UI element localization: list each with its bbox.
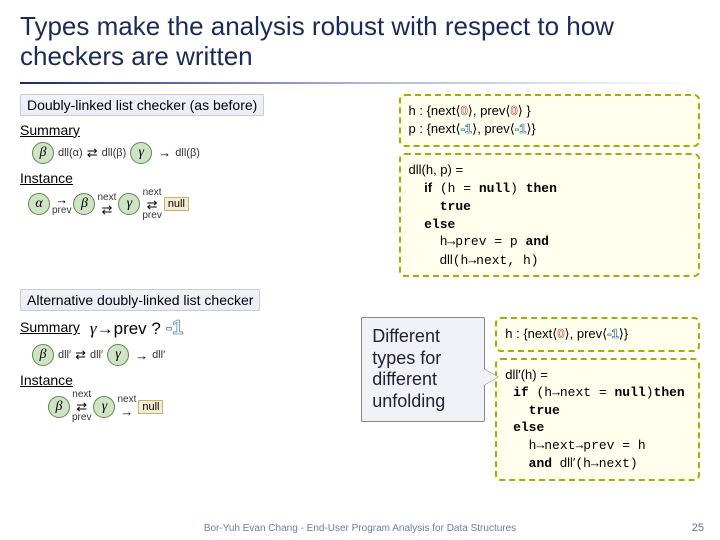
summary-diagram-1: β dll(α) ⇄ dll(β) γ → dll(β) xyxy=(32,142,389,164)
arrow-icon: → xyxy=(55,193,68,206)
arrow-icon: ⇄ xyxy=(75,347,86,363)
arrow-icon: ⇄ xyxy=(87,145,98,161)
summary-heading-1: Summary xyxy=(20,122,389,138)
edge-prev: prev xyxy=(142,211,161,221)
code-box-2: dll′(h) = if (h→next = null)then true el… xyxy=(495,358,700,481)
arrow-icon: → xyxy=(120,405,133,418)
instance-heading-2: Instance xyxy=(20,372,351,388)
null-box: null xyxy=(138,400,163,414)
callout-tail-icon xyxy=(484,369,498,385)
page-number: 25 xyxy=(692,522,704,534)
node-beta: β xyxy=(32,344,54,366)
type-spec-1: h : {next⟨0⟩, prev⟨0⟩ } p : {next⟨-1⟩, p… xyxy=(399,94,701,147)
instance-heading-1: Instance xyxy=(20,170,389,186)
node-gamma: γ xyxy=(107,344,129,366)
checker-label-1: Doubly-linked list checker (as before) xyxy=(20,94,264,116)
divider xyxy=(20,82,700,84)
question-text: γ→prev ? -1 xyxy=(90,317,183,340)
node-beta: β xyxy=(32,142,54,164)
node-alpha: α xyxy=(28,193,50,215)
type-spec-2: h : {next⟨0⟩, prev⟨-1⟩} xyxy=(495,317,700,352)
footer-text: Bor-Yuh Evan Chang - End-User Program An… xyxy=(0,523,720,534)
edge-label: dll(α) xyxy=(58,147,83,159)
edge-prev: prev xyxy=(72,413,91,423)
edge-label: dll′ xyxy=(152,349,165,361)
node-gamma: γ xyxy=(130,142,152,164)
edge-label: dll(β) xyxy=(175,147,200,159)
callout-box: Different types for different unfolding xyxy=(361,317,485,421)
null-box: null xyxy=(164,197,189,211)
node-beta: β xyxy=(73,193,95,215)
node-gamma: γ xyxy=(118,193,140,215)
instance-diagram-1: α → prev β next ⇄ γ next ⇄ prev null xyxy=(28,188,389,221)
summary-diagram-2: β dll′ ⇄ dll′ γ → dll′ xyxy=(32,344,351,366)
edge-prev: prev xyxy=(52,206,71,216)
node-gamma: γ xyxy=(93,396,115,418)
arrow-icon: → xyxy=(135,348,148,363)
slide-title: Types make the analysis robust with resp… xyxy=(20,12,700,72)
arrow-icon: ⇄ xyxy=(147,198,158,211)
edge-label: dll′ xyxy=(90,349,103,361)
arrow-icon: ⇄ xyxy=(101,203,112,216)
code-box-1: dll(h, p) = if (h = null) then true else… xyxy=(399,153,701,277)
node-beta: β xyxy=(48,396,70,418)
arrow-icon: → xyxy=(158,145,171,160)
summary-heading-2: Summary xyxy=(20,319,80,335)
edge-label: dll′ xyxy=(58,349,71,361)
checker-label-2: Alternative doubly-linked list checker xyxy=(20,289,260,311)
edge-label: dll(β) xyxy=(102,147,127,159)
instance-diagram-2: β next ⇄ prev γ next → null xyxy=(48,390,351,423)
